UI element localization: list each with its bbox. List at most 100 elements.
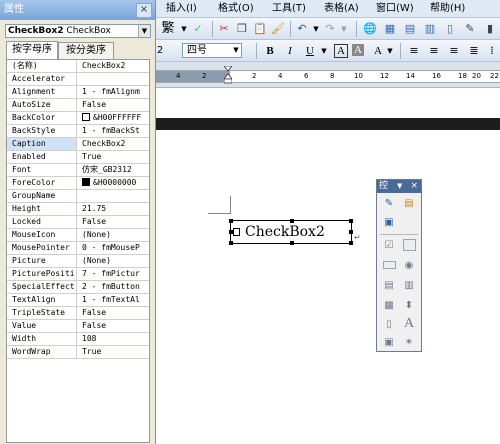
property-value[interactable]: &H00FFFFFF [82, 112, 149, 124]
insert-excel-icon[interactable]: ▥ [422, 21, 438, 37]
property-value[interactable]: CheckBox2 [82, 60, 149, 72]
resize-handle[interactable] [349, 219, 353, 223]
property-row[interactable]: Accelerator [7, 73, 149, 86]
toolbox-title-bar[interactable]: 控 ▼ × [377, 180, 421, 193]
property-row[interactable]: (名称) CheckBox2 [7, 60, 149, 73]
property-row[interactable]: Font 仿宋_GB2312 [7, 164, 149, 177]
copy-icon[interactable]: ❐ [234, 21, 250, 37]
resize-handle[interactable] [290, 219, 294, 223]
property-row[interactable]: Width 108 [7, 333, 149, 346]
properties-title-bar[interactable]: 属性 × [0, 0, 155, 20]
property-value[interactable]: False [82, 320, 149, 332]
paste-icon[interactable]: 📋 [252, 21, 268, 37]
align-justify-icon[interactable]: ≡ [406, 43, 422, 59]
spelling-icon[interactable]: ✓ [190, 21, 206, 37]
align-right-icon[interactable]: ≡ [446, 43, 462, 59]
columns-icon[interactable]: ▯ [442, 21, 458, 37]
property-row[interactable]: MouseIcon (None) [7, 229, 149, 242]
property-value[interactable]: 1 - fmAlignm [82, 86, 149, 98]
property-value[interactable]: True [82, 346, 149, 358]
caption-value-input[interactable]: CheckBox2 [82, 138, 149, 150]
spin-button-icon[interactable]: ⬍ [401, 298, 417, 314]
property-row[interactable]: TripleState False [7, 307, 149, 320]
menu-format[interactable]: 格式(O) [218, 0, 254, 18]
resize-handle[interactable] [349, 241, 353, 245]
property-row[interactable]: Value False [7, 320, 149, 333]
scrollbar-icon[interactable]: ▯ [381, 317, 397, 333]
property-row[interactable]: PicturePositi 7 - fmPictur [7, 268, 149, 281]
checkbox-icon[interactable]: ☑ [381, 238, 397, 254]
command-button-icon[interactable] [381, 258, 397, 274]
chevron-down-icon[interactable]: ▼ [231, 44, 241, 57]
property-value[interactable]: 2 - fmButton [82, 281, 149, 293]
property-row[interactable]: GroupName [7, 190, 149, 203]
hyperlink-icon[interactable]: 🌐 [362, 21, 378, 37]
document-map-icon[interactable]: ▮ [482, 21, 498, 37]
property-row[interactable]: Enabled True [7, 151, 149, 164]
resize-handle[interactable] [290, 241, 294, 245]
font-name-fragment[interactable]: 2 [156, 43, 164, 59]
combobox-icon[interactable]: ▥ [401, 278, 417, 294]
property-row[interactable]: BackColor &H00FFFFFF [7, 112, 149, 125]
property-row[interactable]: Locked False [7, 216, 149, 229]
property-value[interactable]: False [82, 99, 149, 111]
bold-icon[interactable]: B [262, 43, 278, 59]
resize-handle[interactable] [229, 241, 233, 245]
properties-icon[interactable]: ▤ [401, 196, 417, 212]
menu-tools[interactable]: 工具(T) [272, 0, 306, 18]
resize-handle[interactable] [229, 219, 233, 223]
close-icon[interactable]: × [410, 180, 418, 193]
close-icon[interactable]: × [136, 3, 152, 18]
chevron-down-icon[interactable]: ▼ [316, 43, 332, 59]
property-value[interactable]: 21.75 [82, 203, 149, 215]
view-code-icon[interactable]: ▣ [381, 215, 397, 231]
option-button-icon[interactable]: ◉ [401, 258, 417, 274]
property-value[interactable]: 0 - fmMouseP [82, 242, 149, 254]
design-mode-icon[interactable]: ✎ [381, 196, 397, 212]
align-center-icon[interactable]: ≡ [426, 43, 442, 59]
property-value[interactable] [82, 190, 149, 202]
checkbox-control[interactable]: CheckBox2 [229, 219, 353, 245]
toggle-button-icon[interactable]: ▩ [381, 298, 397, 314]
property-value[interactable]: 108 [82, 333, 149, 345]
property-row-selected[interactable]: Caption CheckBox2 [7, 138, 149, 151]
chevron-down-icon[interactable]: ▼ [336, 21, 352, 37]
tables-borders-icon[interactable]: ▦ [382, 21, 398, 37]
property-value[interactable]: True [82, 151, 149, 163]
tab-alphabetic[interactable]: 按字母序 [6, 41, 58, 59]
traditional-chinese-button[interactable]: 繁 [160, 21, 176, 37]
image-icon[interactable]: ▣ [381, 335, 397, 351]
horizontal-ruler[interactable]: 4 2 2 4 6 8 10 12 14 16 18 20 22 [156, 62, 500, 88]
indent-marker-icon[interactable] [224, 66, 232, 84]
document-page[interactable]: CheckBox2 ↵ [156, 130, 500, 444]
font-size-select[interactable]: 四号 ▼ [182, 43, 242, 58]
property-row[interactable]: WordWrap True [7, 346, 149, 359]
menu-help[interactable]: 帮助(H) [430, 0, 465, 18]
property-value[interactable]: (None) [82, 229, 149, 241]
format-painter-icon[interactable]: 🖌 [270, 21, 286, 37]
insert-table-icon[interactable]: ▤ [402, 21, 418, 37]
tab-categorized[interactable]: 按分类序 [58, 42, 114, 59]
property-row[interactable]: TextAlign 1 - fmTextAl [7, 294, 149, 307]
chevron-down-icon[interactable]: ▼ [382, 43, 398, 59]
listbox-icon[interactable]: ▤ [381, 278, 397, 294]
property-row[interactable]: Picture (None) [7, 255, 149, 268]
property-row[interactable]: Alignment 1 - fmAlignm [7, 86, 149, 99]
chevron-down-icon[interactable]: ▼ [138, 25, 150, 37]
property-value[interactable]: 1 - fmBackSt [82, 125, 149, 137]
resize-handle[interactable] [349, 230, 353, 234]
more-controls-icon[interactable]: ✶ [401, 335, 417, 351]
property-value[interactable]: (None) [82, 255, 149, 267]
property-value[interactable]: False [82, 216, 149, 228]
distributed-icon[interactable]: ≣ [466, 43, 482, 59]
property-row[interactable]: MousePointer 0 - fmMouseP [7, 242, 149, 255]
property-value[interactable] [82, 73, 149, 85]
property-row[interactable]: Height 21.75 [7, 203, 149, 216]
object-selector[interactable]: CheckBox2 CheckBox ▼ [5, 24, 151, 38]
menu-table[interactable]: 表格(A) [324, 0, 359, 18]
character-border-icon[interactable]: A [334, 44, 348, 58]
chevron-down-icon[interactable]: ▼ [397, 180, 402, 193]
property-value[interactable]: &H0000000 [82, 177, 149, 189]
property-row[interactable]: ForeColor &H0000000 [7, 177, 149, 190]
property-value[interactable]: 1 - fmTextAl [82, 294, 149, 306]
